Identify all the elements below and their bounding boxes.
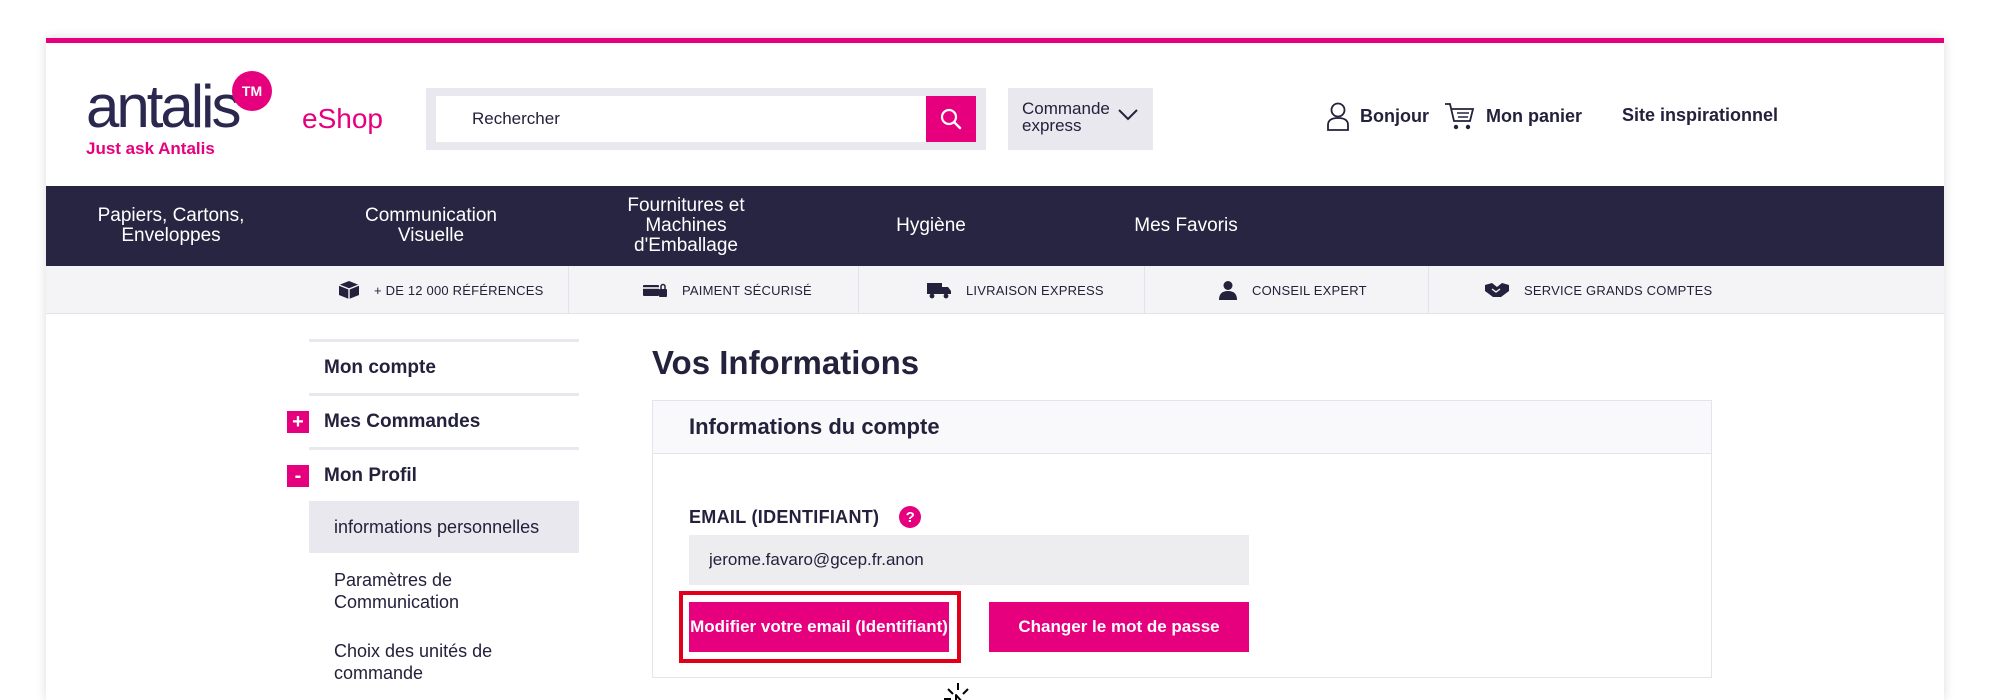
benefit-conseil: CONSEIL EXPERT — [1218, 266, 1367, 314]
nav-item-fournitures[interactable]: Fournitures et Machines d'Emballage — [596, 186, 776, 266]
panel-title: Informations du compte — [689, 414, 940, 439]
benefit-divider — [1428, 266, 1429, 314]
antalis-logo[interactable]: antalis TM Just ask Antalis — [86, 71, 276, 161]
main-nav: Papiers, Cartons, Enveloppes Communicatio… — [46, 186, 1944, 266]
change-password-button[interactable]: Changer le mot de passe — [989, 602, 1249, 652]
sidebar-item-mon-profil[interactable]: - Mon Profil — [287, 447, 579, 501]
chevron-down-icon — [1118, 109, 1138, 121]
cart-link[interactable]: Mon panier — [1444, 101, 1582, 131]
account-info-panel: Informations du compte EMAIL (IDENTIFIAN… — [652, 400, 1712, 678]
benefit-divider — [568, 266, 569, 314]
search-bar — [426, 88, 986, 150]
help-icon[interactable]: ? — [899, 506, 922, 528]
site-inspirationnel-label: Site inspirationnel — [1622, 105, 1779, 125]
nav-item-communication[interactable]: Communication Visuelle — [336, 186, 526, 266]
logo-tagline: Just ask Antalis — [86, 139, 215, 158]
site-inspirationnel-link[interactable]: Site inspirationnel — [1622, 105, 1778, 126]
nav-label: Mes Favoris — [1134, 215, 1238, 236]
sidebar-subitem-label: informations personnelles — [334, 517, 540, 537]
nav-label: Hygiène — [896, 215, 966, 236]
logo-wordmark: antalis — [86, 73, 241, 140]
collapse-minus-icon[interactable]: - — [287, 465, 309, 487]
nav-label: Enveloppes — [121, 225, 221, 246]
sidebar-subitem-informations[interactable]: informations personnelles — [309, 501, 579, 553]
nav-label: d'Emballage — [634, 235, 738, 256]
page: antalis TM Just ask Antalis eShop Comman… — [46, 38, 1944, 700]
handshake-icon — [1485, 283, 1509, 297]
nav-label: Machines — [645, 215, 727, 236]
expand-plus-icon[interactable]: + — [287, 411, 309, 433]
search-button[interactable] — [926, 96, 976, 142]
cart-icon — [1445, 103, 1475, 130]
benefit-grands-comptes: SERVICE GRANDS COMPTES — [1484, 266, 1712, 314]
benefits-strip: + DE 12 000 RÉFÉRENCES PAIMENT SÉCURISÉ … — [46, 266, 1944, 314]
benefit-label: LIVRAISON EXPRESS — [966, 282, 1104, 298]
search-input[interactable] — [436, 96, 976, 142]
panel-header: Informations du compte — [653, 401, 1711, 454]
benefit-label: CONSEIL EXPERT — [1252, 282, 1367, 298]
benefit-label: PAIMENT SÉCURISÉ — [682, 282, 812, 298]
sidebar-item-label: Mes Commandes — [324, 410, 481, 432]
sidebar-item-label: Mon compte — [324, 356, 436, 378]
sidebar-subitem-label: Paramètres de Communication — [334, 570, 460, 612]
nav-item-papiers[interactable]: Papiers, Cartons, Enveloppes — [86, 186, 256, 266]
hand-cursor-icon — [944, 683, 969, 700]
sidebar-subitem-communication[interactable]: Paramètres de Communication — [309, 553, 579, 629]
nav-label: Fournitures et — [627, 195, 745, 216]
email-label: EMAIL (IDENTIFIANT) ? — [689, 506, 922, 528]
email-field[interactable] — [689, 535, 1249, 585]
benefit-label: + DE 12 000 RÉFÉRENCES — [374, 282, 544, 298]
benefit-divider — [1144, 266, 1145, 314]
sidebar-item-mon-compte[interactable]: Mon compte — [309, 339, 579, 393]
benefit-references: + DE 12 000 RÉFÉRENCES — [338, 266, 544, 314]
nav-label: Communication — [365, 205, 497, 226]
nav-item-hygiene[interactable]: Hygiène — [876, 186, 986, 266]
page-title: Vos Informations — [652, 344, 920, 381]
header: antalis TM Just ask Antalis eShop Comman… — [46, 43, 1944, 187]
benefit-paiement: PAIMENT SÉCURISÉ — [642, 266, 812, 314]
nav-label: Visuelle — [397, 225, 465, 246]
user-icon — [1327, 102, 1349, 131]
sidebar-subitem-label: Choix des unités de commande — [334, 641, 493, 683]
sidebar-item-mes-commandes[interactable]: + Mes Commandes — [287, 393, 579, 447]
box-icon — [338, 281, 360, 299]
panier-label: Mon panier — [1486, 105, 1583, 126]
benefit-label: SERVICE GRANDS COMPTES — [1524, 282, 1713, 298]
person-icon — [1219, 281, 1237, 300]
bonjour-label: Bonjour — [1360, 105, 1429, 126]
sidebar-item-label: Mon Profil — [324, 464, 417, 486]
nav-item-favoris[interactable]: Mes Favoris — [1116, 186, 1256, 266]
account-link[interactable]: Bonjour — [1326, 101, 1429, 131]
nav-label: Papiers, Cartons, — [97, 205, 245, 226]
truck-icon — [927, 283, 951, 299]
email-label-text: EMAIL (IDENTIFIANT) — [689, 506, 880, 527]
search-icon — [940, 108, 962, 130]
account-sidebar: Mon compte + Mes Commandes - Mon Profil … — [287, 339, 579, 695]
modify-email-button[interactable]: Modifier votre email (Identifiant) — [689, 602, 949, 652]
benefit-livraison: LIVRAISON EXPRESS — [926, 266, 1104, 314]
benefit-divider — [858, 266, 859, 314]
card-lock-icon — [643, 283, 667, 297]
eshop-label[interactable]: eShop — [302, 103, 383, 135]
commande-express-button[interactable]: Commande express — [1008, 88, 1153, 150]
sidebar-subitem-unites[interactable]: Choix des unités de commande — [309, 629, 579, 695]
logo-badge: TM — [232, 71, 272, 111]
